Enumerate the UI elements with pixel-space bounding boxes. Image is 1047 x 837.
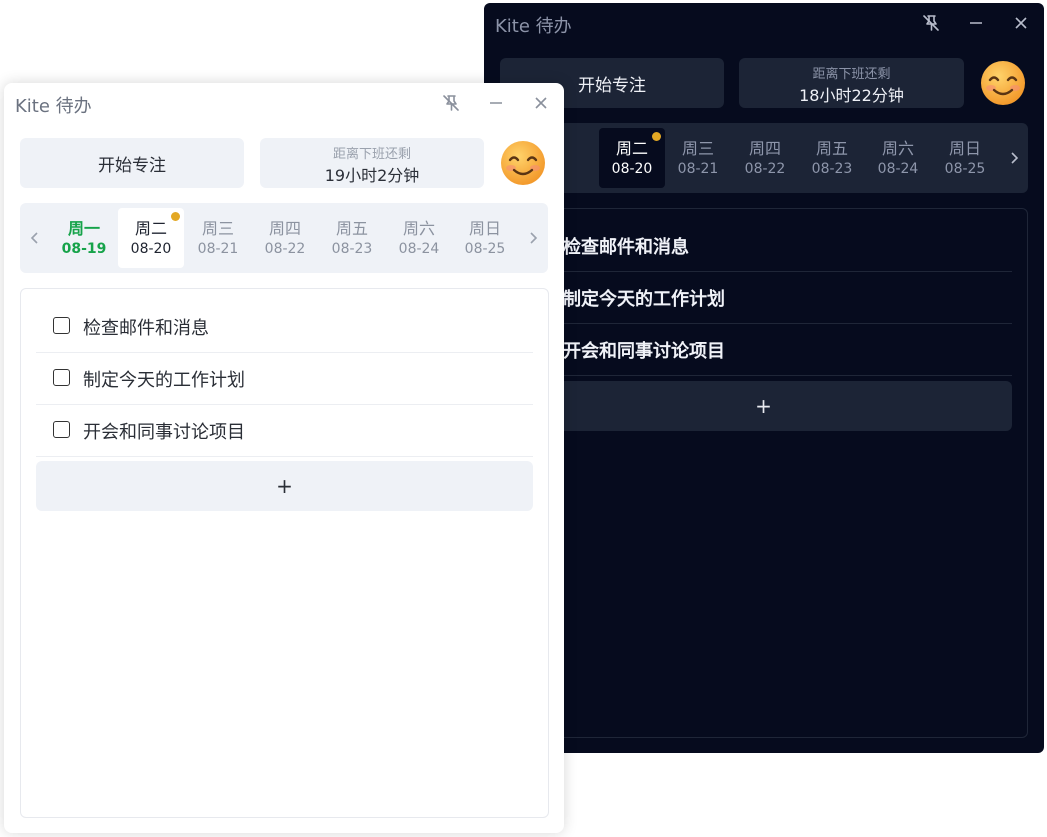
dark-theme-window: Kite 待办 开始专注 距离下班还剩 18小时22分钟 周一 08-19 bbox=[484, 3, 1044, 753]
day-tuesday[interactable]: 周二 08-20 bbox=[599, 128, 665, 188]
task-item[interactable]: 检查邮件和消息 bbox=[36, 302, 533, 353]
day-saturday[interactable]: 周六 08-24 bbox=[386, 208, 452, 268]
countdown-value: 19小时2分钟 bbox=[324, 166, 420, 185]
task-text: 开会和同事讨论项目 bbox=[563, 341, 725, 362]
countdown-card: 距离下班还剩 19小时2分钟 bbox=[260, 138, 484, 188]
task-text: 检查邮件和消息 bbox=[83, 318, 209, 339]
window-title: Kite 待办 bbox=[15, 96, 92, 117]
task-item[interactable]: 开会和同事讨论项目 bbox=[36, 406, 533, 457]
week-bar: 周一 08-19 周二 08-20 周三 08-21 周四 08-22 周五 0… bbox=[20, 203, 548, 273]
day-wednesday[interactable]: 周三 08-21 bbox=[185, 208, 251, 268]
pin-off-icon bbox=[923, 15, 939, 31]
next-week-button[interactable] bbox=[1006, 144, 1022, 172]
day-saturday[interactable]: 周六 08-24 bbox=[865, 128, 931, 188]
next-week-button[interactable] bbox=[525, 224, 541, 252]
pin-off-icon bbox=[443, 95, 459, 111]
close-icon bbox=[535, 97, 547, 109]
start-focus-button[interactable]: 开始专注 bbox=[20, 138, 244, 188]
task-list: 检查邮件和消息 制定今天的工作计划 开会和同事讨论项目 + bbox=[500, 208, 1028, 738]
day-tuesday[interactable]: 周二 08-20 bbox=[118, 208, 184, 268]
day-thursday[interactable]: 周四 08-22 bbox=[732, 128, 798, 188]
task-item[interactable]: 制定今天的工作计划 bbox=[515, 273, 1012, 324]
add-task-button[interactable]: + bbox=[36, 461, 533, 511]
week-bar: 周一 08-19 周二 08-20 周三 08-21 周四 08-22 周五 0… bbox=[498, 123, 1028, 193]
task-text: 制定今天的工作计划 bbox=[563, 289, 725, 310]
task-item[interactable]: 开会和同事讨论项目 bbox=[515, 325, 1012, 376]
light-theme-window: Kite 待办 开始专注 距离下班还剩 19小时2分钟 周一 08-19 周二 … bbox=[4, 83, 564, 833]
day-sunday[interactable]: 周日 08-25 bbox=[452, 208, 518, 268]
countdown-value: 18小时22分钟 bbox=[799, 86, 904, 105]
task-text: 制定今天的工作计划 bbox=[83, 370, 245, 391]
task-text: 开会和同事讨论项目 bbox=[83, 422, 245, 443]
countdown-label: 距离下班还剩 bbox=[812, 67, 891, 82]
chevron-right-icon bbox=[530, 232, 538, 244]
day-friday[interactable]: 周五 08-23 bbox=[799, 128, 865, 188]
minimize-button[interactable] bbox=[484, 91, 508, 115]
task-checkbox[interactable] bbox=[53, 317, 70, 334]
day-thursday[interactable]: 周四 08-22 bbox=[252, 208, 318, 268]
minimize-icon bbox=[490, 102, 502, 104]
day-friday[interactable]: 周五 08-23 bbox=[319, 208, 385, 268]
day-wednesday[interactable]: 周三 08-21 bbox=[665, 128, 731, 188]
task-badge-dot bbox=[652, 132, 661, 141]
task-item[interactable]: 检查邮件和消息 bbox=[515, 221, 1012, 272]
chevron-left-icon bbox=[30, 232, 38, 244]
close-icon bbox=[1015, 17, 1027, 29]
smiling-face-emoji-icon[interactable] bbox=[980, 60, 1026, 106]
task-checkbox[interactable] bbox=[53, 421, 70, 438]
task-badge-dot bbox=[171, 212, 180, 221]
minimize-button[interactable] bbox=[964, 11, 988, 35]
prev-week-button[interactable] bbox=[27, 224, 43, 252]
task-item[interactable]: 制定今天的工作计划 bbox=[36, 354, 533, 405]
day-sunday[interactable]: 周日 08-25 bbox=[932, 128, 998, 188]
title-bar[interactable]: Kite 待办 bbox=[4, 83, 564, 123]
add-task-button[interactable]: + bbox=[515, 381, 1012, 431]
chevron-right-icon bbox=[1011, 152, 1019, 164]
task-text: 检查邮件和消息 bbox=[563, 237, 689, 258]
smiling-face-emoji-icon[interactable] bbox=[500, 140, 546, 186]
close-button[interactable] bbox=[1009, 11, 1033, 35]
title-bar[interactable]: Kite 待办 bbox=[484, 3, 1044, 43]
unpin-button[interactable] bbox=[919, 11, 943, 35]
countdown-label: 距离下班还剩 bbox=[332, 147, 411, 162]
close-button[interactable] bbox=[529, 91, 553, 115]
task-checkbox[interactable] bbox=[53, 369, 70, 386]
window-title: Kite 待办 bbox=[495, 16, 572, 37]
task-list: 检查邮件和消息 制定今天的工作计划 开会和同事讨论项目 + bbox=[20, 288, 549, 818]
unpin-button[interactable] bbox=[439, 91, 463, 115]
countdown-card: 距离下班还剩 18小时22分钟 bbox=[739, 58, 964, 108]
day-monday[interactable]: 周一 08-19 bbox=[51, 208, 117, 268]
minimize-icon bbox=[970, 22, 982, 24]
